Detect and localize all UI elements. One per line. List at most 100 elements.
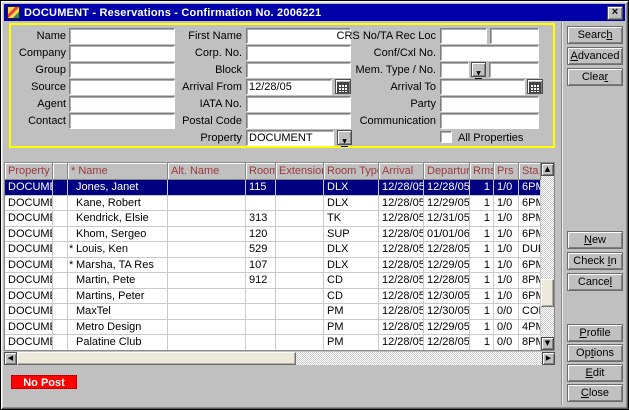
- cell-name: Palatine Club: [68, 335, 168, 351]
- cell-rms: 1: [470, 242, 494, 258]
- cell-name: Khom, Sergeo: [68, 227, 168, 243]
- grid-row[interactable]: DOCUMENT*Louis, Ken529DLX12/28/0512/28/0…: [5, 242, 541, 258]
- options-button[interactable]: Options: [567, 344, 623, 362]
- scroll-up-button[interactable]: ▲: [541, 163, 554, 176]
- grid-row[interactable]: DOCUMENTMartins, PeterCD12/28/0512/30/05…: [5, 289, 541, 305]
- cell-room: [246, 320, 276, 336]
- column-header-rms: Rms: [470, 163, 494, 180]
- grid-row[interactable]: DOCUMENTKendrick, Elsie313TK12/28/0512/3…: [5, 211, 541, 227]
- agent-label: Agent: [11, 96, 66, 112]
- cell-departure: 12/30/05: [424, 304, 470, 320]
- grid-row[interactable]: DOCUMENTKhom, Sergeo120SUP12/28/0501/01/…: [5, 227, 541, 243]
- communication-input[interactable]: [440, 113, 539, 129]
- horizontal-scroll-thumb[interactable]: [17, 352, 296, 365]
- group-label: Group: [11, 62, 66, 78]
- grid-row[interactable]: DOCUMENT*Marsha, TA Res107DLX12/28/0512/…: [5, 258, 541, 274]
- cell-flag: [53, 304, 68, 320]
- close-button[interactable]: Close: [567, 384, 623, 402]
- cell-flag: [53, 289, 68, 305]
- cell-prs: 1/0: [494, 242, 519, 258]
- cell-property: DOCUMENT: [5, 196, 53, 212]
- property-input[interactable]: [246, 130, 334, 146]
- left-arrow-icon: ◀: [5, 354, 16, 363]
- column-header-departure: Departure: [424, 163, 470, 180]
- grid-horizontal-scrollbar[interactable]: ◀ ▶: [4, 352, 555, 365]
- cell-sta: 6PM: [519, 258, 541, 274]
- column-header-ext: Extension: [276, 163, 324, 180]
- scroll-down-button[interactable]: ▼: [541, 337, 554, 350]
- grid-row[interactable]: DOCUMENTMartin, Pete912CD12/28/0512/28/0…: [5, 273, 541, 289]
- conf-cxl-no-label: Conf/Cxl No.: [281, 45, 436, 61]
- first-name-label: First Name: [146, 28, 242, 44]
- grid-header: Property* NameAlt. NameRoomExtensionRoom…: [5, 163, 541, 180]
- grid-row[interactable]: DOCUMENTKane, RobertDLX12/28/0512/29/051…: [5, 196, 541, 212]
- check-in-button[interactable]: Check In: [567, 252, 623, 270]
- arrival-to-label: Arrival To: [281, 79, 436, 95]
- profile-button[interactable]: Profile: [567, 324, 623, 342]
- cell-room: 107: [246, 258, 276, 274]
- up-arrow-icon: ▲: [542, 165, 553, 174]
- cell-name: Kane, Robert: [68, 196, 168, 212]
- cell-departure: 12/29/05: [424, 258, 470, 274]
- cell-property: DOCUMENT: [5, 242, 53, 258]
- property-dropdown-button[interactable]: ▼: [337, 130, 352, 145]
- cell-departure: 12/30/05: [424, 289, 470, 305]
- mem-type-no-input-2[interactable]: [489, 62, 539, 78]
- cell-arrival: 12/28/05: [379, 180, 424, 196]
- cell-arrival: 12/28/05: [379, 242, 424, 258]
- vertical-scroll-thumb[interactable]: [541, 279, 554, 307]
- guest-name: Palatine Club: [76, 336, 141, 348]
- cell-alt: [168, 211, 246, 227]
- cell-alt: [168, 180, 246, 196]
- cell-departure: 12/29/05: [424, 196, 470, 212]
- cell-prs: 1/0: [494, 289, 519, 305]
- column-header-arrival: Arrival: [379, 163, 424, 180]
- cell-ext: [276, 227, 324, 243]
- arrival-to-input[interactable]: [440, 79, 525, 95]
- cell-flag: [53, 196, 68, 212]
- dropdown-arrow-icon: ▼: [475, 70, 482, 79]
- search-button[interactable]: Search: [567, 26, 623, 44]
- grid-row[interactable]: DOCUMENTJones, Janet115DLX12/28/0512/28/…: [5, 180, 541, 196]
- column-header-alt: Alt. Name: [168, 163, 246, 180]
- cell-prs: 1/0: [494, 258, 519, 274]
- cell-property: DOCUMENT: [5, 304, 53, 320]
- cell-ext: [276, 258, 324, 274]
- all-properties-label: All Properties: [458, 130, 548, 146]
- crs-no-ta-rec-loc-input-2[interactable]: [490, 28, 539, 44]
- cell-type: DLX: [324, 180, 379, 196]
- cell-flag: [53, 227, 68, 243]
- name-label: Name: [11, 28, 66, 44]
- cell-sta: 8PM: [519, 335, 541, 351]
- cancel-button[interactable]: Cancel: [567, 273, 623, 291]
- clear-button[interactable]: Clear: [567, 68, 623, 86]
- grid-row[interactable]: DOCUMENTMetro DesignPM12/28/0512/29/0510…: [5, 320, 541, 336]
- scroll-right-button[interactable]: ▶: [542, 352, 555, 365]
- arrival-to-calendar-button[interactable]: [527, 79, 543, 94]
- party-input[interactable]: [440, 96, 539, 112]
- grid-vertical-scrollbar[interactable]: ▲ ▼: [541, 163, 554, 350]
- guest-name: Metro Design: [76, 321, 141, 333]
- cell-alt: [168, 273, 246, 289]
- cell-alt: [168, 196, 246, 212]
- mem-type-no-dropdown-button[interactable]: ▼: [471, 62, 486, 77]
- grid-row[interactable]: DOCUMENTPalatine ClubPM12/28/0512/28/051…: [5, 335, 541, 351]
- cell-room: [246, 335, 276, 351]
- all-properties-checkbox[interactable]: [440, 131, 452, 143]
- scroll-left-button[interactable]: ◀: [4, 352, 17, 365]
- cell-room: 313: [246, 211, 276, 227]
- cell-arrival: 12/28/05: [379, 211, 424, 227]
- crs-no-ta-rec-loc-input[interactable]: [440, 28, 487, 44]
- conf-cxl-no-input[interactable]: [440, 45, 539, 61]
- grid-row[interactable]: DOCUMENTMaxTelPM12/28/0512/30/0510/0COM: [5, 304, 541, 320]
- new-button[interactable]: New: [567, 231, 623, 249]
- advanced-button[interactable]: Advanced: [567, 47, 623, 65]
- cell-departure: 12/28/05: [424, 242, 470, 258]
- close-icon[interactable]: ×: [607, 6, 623, 20]
- cell-name: Martin, Pete: [68, 273, 168, 289]
- cell-name: Kendrick, Elsie: [68, 211, 168, 227]
- mem-type-no-input[interactable]: [440, 62, 469, 78]
- edit-button[interactable]: Edit: [567, 364, 623, 382]
- cell-arrival: 12/28/05: [379, 335, 424, 351]
- cell-ext: [276, 242, 324, 258]
